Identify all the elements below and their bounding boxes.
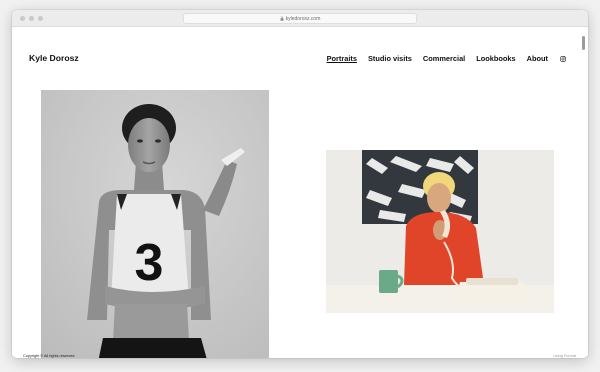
nav-item-lookbooks[interactable]: Lookbooks <box>476 54 515 63</box>
instagram-icon[interactable] <box>560 55 566 62</box>
window-controls <box>20 16 43 21</box>
lock-icon <box>280 16 284 21</box>
url-text: kyledorosz.com <box>285 15 321 22</box>
bw-portrait-photo[interactable]: 3 <box>41 90 269 358</box>
color-portrait-photo[interactable] <box>326 150 554 313</box>
format-credit-link[interactable]: Using Format <box>553 354 576 358</box>
close-window-button[interactable] <box>20 16 25 21</box>
site-title[interactable]: Kyle Dorosz <box>29 53 79 63</box>
address-bar[interactable]: kyledorosz.com <box>183 13 417 24</box>
main-nav: Portraits Studio visits Commercial Lookb… <box>327 54 566 63</box>
browser-toolbar: kyledorosz.com <box>12 10 588 27</box>
web-page: Kyle Dorosz Portraits Studio visits Comm… <box>12 28 588 358</box>
scrollbar[interactable] <box>582 36 585 50</box>
maximize-window-button[interactable] <box>38 16 43 21</box>
minimize-window-button[interactable] <box>29 16 34 21</box>
browser-window: kyledorosz.com Kyle Dorosz Portraits Stu… <box>12 10 588 358</box>
jersey-number: 3 <box>135 234 164 292</box>
nav-item-portraits[interactable]: Portraits <box>327 54 357 63</box>
nav-item-studio-visits[interactable]: Studio visits <box>368 54 412 63</box>
nav-item-about[interactable]: About <box>527 54 548 63</box>
copyright-text: Copyright © All rights reserved. <box>23 354 76 358</box>
nav-item-commercial[interactable]: Commercial <box>423 54 465 63</box>
